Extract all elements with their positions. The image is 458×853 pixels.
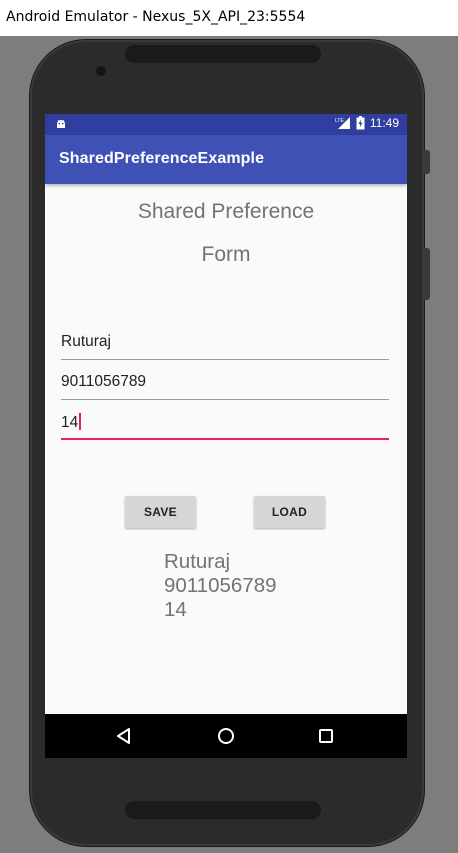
load-button[interactable]: LOAD bbox=[254, 496, 325, 528]
app-bar: SharedPreferenceExample bbox=[45, 135, 407, 184]
phone-input-value: 9011056789 bbox=[61, 373, 147, 390]
form-heading-line2: Form bbox=[201, 243, 251, 266]
back-icon[interactable] bbox=[112, 724, 136, 748]
emulator-title-bar: Android Emulator - Nexus_5X_API_23:5554 bbox=[0, 0, 458, 36]
power-button[interactable] bbox=[424, 150, 430, 174]
home-icon[interactable] bbox=[214, 724, 238, 748]
save-button[interactable]: SAVE bbox=[125, 496, 196, 528]
name-input-value: Ruturaj bbox=[61, 333, 111, 350]
volume-button[interactable] bbox=[424, 248, 430, 300]
bottom-speaker bbox=[125, 801, 321, 819]
front-camera bbox=[96, 66, 106, 76]
navigation-bar bbox=[45, 714, 407, 758]
android-icon bbox=[57, 119, 65, 128]
lte-signal-icon: LTE bbox=[335, 117, 350, 129]
age-input-underline bbox=[61, 438, 389, 440]
name-input-underline bbox=[61, 359, 389, 360]
age-input[interactable]: 14 bbox=[61, 406, 389, 440]
age-input-container: 14 bbox=[61, 413, 81, 432]
output-phone: 9011056789 bbox=[164, 574, 277, 597]
name-input[interactable]: Ruturaj bbox=[61, 326, 389, 360]
svg-text:LTE: LTE bbox=[335, 118, 344, 124]
loaded-output: Ruturaj 9011056789 14 bbox=[164, 550, 277, 622]
battery-charging-icon bbox=[356, 116, 365, 130]
age-input-value: 14 bbox=[61, 414, 79, 431]
app-title: SharedPreferenceExample bbox=[59, 150, 265, 167]
status-bar: LTE 11:49 bbox=[45, 114, 407, 135]
device-screen: LTE 11:49 SharedPreferenceExample Shared… bbox=[45, 114, 407, 758]
status-time: 11:49 bbox=[369, 116, 399, 130]
recents-icon[interactable] bbox=[314, 724, 338, 748]
phone-input-underline bbox=[61, 399, 389, 400]
output-age: 14 bbox=[164, 598, 187, 621]
phone-input[interactable]: 9011056789 bbox=[61, 366, 389, 400]
form-heading-line1: Shared Preference bbox=[137, 200, 315, 223]
text-cursor bbox=[79, 413, 81, 430]
output-name: Ruturaj bbox=[164, 550, 231, 573]
window-title: Android Emulator - Nexus_5X_API_23:5554 bbox=[6, 9, 306, 25]
top-speaker bbox=[125, 45, 321, 63]
